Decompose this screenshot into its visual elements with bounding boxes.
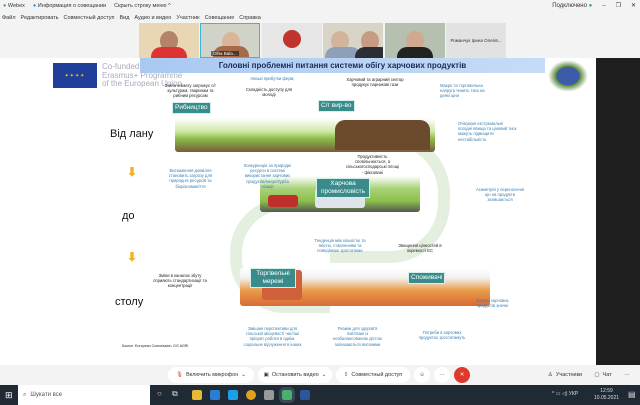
note: Зміна клімату загрожує с/г культурам, тв…	[164, 83, 217, 99]
note: Низькі прибутки ферм;	[250, 76, 295, 81]
stage-from: Від лану	[110, 128, 154, 140]
notifications-icon[interactable]: ▤	[628, 390, 636, 399]
note: Звищення цінностей в окремості ЄС	[398, 243, 442, 254]
taskbar: ⊞ ⌕ Шукати все ○ ⧉ ^ ▭ ◁) УКР 12:59 10.05.…	[0, 385, 640, 405]
hide-menu-button[interactable]: Скрыть строку меню ^	[114, 3, 171, 9]
participant-video-1[interactable]	[139, 23, 199, 58]
reactions-button[interactable]: ☺	[414, 367, 430, 383]
title-bar: ● Webex ● Информация о совещании Скрыть …	[0, 0, 640, 12]
tag-retail: Торгівельні мережі	[250, 268, 296, 288]
search-box[interactable]: ⌕ Шукати все	[18, 385, 150, 405]
tag-consumers: Споживачі	[408, 272, 446, 284]
note: Виснаження довкілля становить загрозу дл…	[168, 168, 213, 189]
cortana-icon[interactable]: ○	[157, 389, 162, 398]
menu-edit[interactable]: Редактировать	[21, 15, 59, 21]
note: Втрати харчових продуктів значні	[476, 298, 509, 309]
note: Конкуренція за природні ресурси в систем…	[243, 163, 292, 189]
stage-to: до	[122, 210, 135, 222]
webex-taskbar-icon[interactable]	[279, 387, 295, 403]
mail-icon[interactable]	[210, 390, 220, 400]
stage-table: столу	[115, 296, 144, 308]
close-button[interactable]: ✕	[631, 2, 636, 9]
menu-share[interactable]: Совместный доступ	[64, 15, 115, 21]
barn-illustration	[335, 120, 430, 150]
clock[interactable]: 12:59 10.05.2021	[594, 388, 619, 402]
minimize-button[interactable]: –	[602, 3, 605, 9]
task-view-icon[interactable]: ⧉	[172, 389, 178, 399]
note: Макро та торговельна напруга чинить тиск…	[440, 83, 485, 99]
meeting-info-button[interactable]: ● Информация о совещании	[33, 3, 106, 9]
participant-avatar-3[interactable]	[262, 23, 322, 58]
note: Харчовий та аграрний сектор продукує пар…	[346, 77, 404, 88]
menu-audio-video[interactable]: Аудио и видео	[134, 15, 171, 21]
restore-button[interactable]: ❐	[616, 2, 621, 9]
video-icon: ▣	[263, 372, 269, 378]
down-arrow-icon: ⬇	[127, 250, 138, 264]
coat-of-arms-icon	[548, 60, 588, 92]
avatar	[283, 30, 301, 48]
note: Складність доступу для молоді	[245, 87, 293, 98]
video-button[interactable]: ▣ Остановить видео ⌄	[258, 367, 332, 383]
participants-button[interactable]: ♙ Участники	[545, 367, 585, 383]
person-icon: ♙	[547, 372, 553, 378]
participant-video-2[interactable]: Olha Bala...	[200, 23, 260, 58]
note: Продуктивність сповільнюється, а сільськ…	[345, 154, 400, 175]
menu-bar: Файл Редактировать Совместный доступ Вид…	[0, 12, 640, 23]
note: Ризики для здоров'я пов'язані із незбала…	[333, 326, 382, 347]
menu-participant[interactable]: Участник	[176, 15, 199, 21]
slide-title: Головні проблемні питання системи обігу …	[140, 58, 545, 73]
chat-button[interactable]: ▢ Чат	[590, 367, 616, 383]
tag-fishing: Рибництво	[172, 102, 211, 114]
participant-name-tile[interactable]: Романчук Ірина Олегів...	[446, 23, 506, 58]
more-options-button[interactable]: ···	[434, 367, 450, 383]
tag-agriculture: С/г вир-во	[318, 100, 355, 112]
menu-file[interactable]: Файл	[2, 15, 16, 21]
skype-icon[interactable]	[228, 390, 238, 400]
menu-meeting[interactable]: Совещание	[205, 15, 235, 21]
source-note: Source: European Commission, DG AGRI	[121, 344, 189, 348]
meeting-controls: 🎙 Включить микрофон ⌄ ▣ Остановить видео ⌄ ⇪…	[0, 365, 640, 385]
chat-icon: ▢	[594, 372, 600, 378]
chrome-icon[interactable]	[246, 390, 256, 400]
note: Тенденція між кількістю та якістю, ставл…	[314, 238, 366, 254]
end-call-button[interactable]: ✕	[454, 367, 470, 383]
participant-video-5[interactable]	[385, 23, 445, 58]
note: Змішані перспективи для сільської місцев…	[243, 326, 302, 347]
close-icon: ✕	[459, 372, 465, 378]
app-icon[interactable]	[264, 390, 274, 400]
windows-start-icon[interactable]: ⊞	[5, 390, 13, 401]
webex-logo: ● Webex	[3, 3, 25, 9]
share-button[interactable]: ⇪ Совместный доступ	[336, 367, 410, 383]
file-explorer-icon[interactable]	[192, 390, 202, 400]
microphone-muted-icon: 🎙	[176, 372, 184, 378]
word-icon[interactable]	[300, 390, 310, 400]
tag-food-industry: Харчова промисловість	[316, 178, 370, 198]
share-icon: ⇪	[343, 372, 349, 378]
eu-flag-icon: ✦✦✦✦	[53, 63, 97, 88]
note: Асиметрія у переносенні цін на продукти …	[475, 187, 525, 203]
menu-view[interactable]: Вид	[119, 15, 129, 21]
participant-name: Olha Bala...	[211, 51, 239, 56]
system-tray[interactable]: ^ ▭ ◁) УКР	[552, 391, 578, 397]
connection-status: Подключено ●	[552, 2, 593, 9]
menu-help[interactable]: Справка	[239, 15, 261, 21]
right-panel-edge	[596, 58, 640, 365]
mute-button[interactable]: 🎙 Включить микрофон ⌄	[168, 367, 254, 383]
note: Зміни в каналах збуту сприяють стандарти…	[153, 273, 207, 289]
down-arrow-icon: ⬇	[127, 165, 138, 179]
shared-slide: ✦✦✦✦ Co-funded by the Erasmus+ Programme o…	[0, 58, 596, 365]
emoji-icon: ☺	[419, 372, 425, 378]
window-controls: Подключено ● – ❐ ✕	[552, 2, 636, 10]
note: Потреби в харчових продуктах зростатимут…	[418, 330, 466, 341]
search-icon: ⌕	[23, 391, 27, 398]
truck-illustration	[268, 195, 298, 207]
panel-more-button[interactable]: ···	[618, 367, 636, 383]
note: Очікувані екстремальні погодні явища та …	[458, 121, 517, 142]
participant-video-4[interactable]	[323, 23, 383, 58]
